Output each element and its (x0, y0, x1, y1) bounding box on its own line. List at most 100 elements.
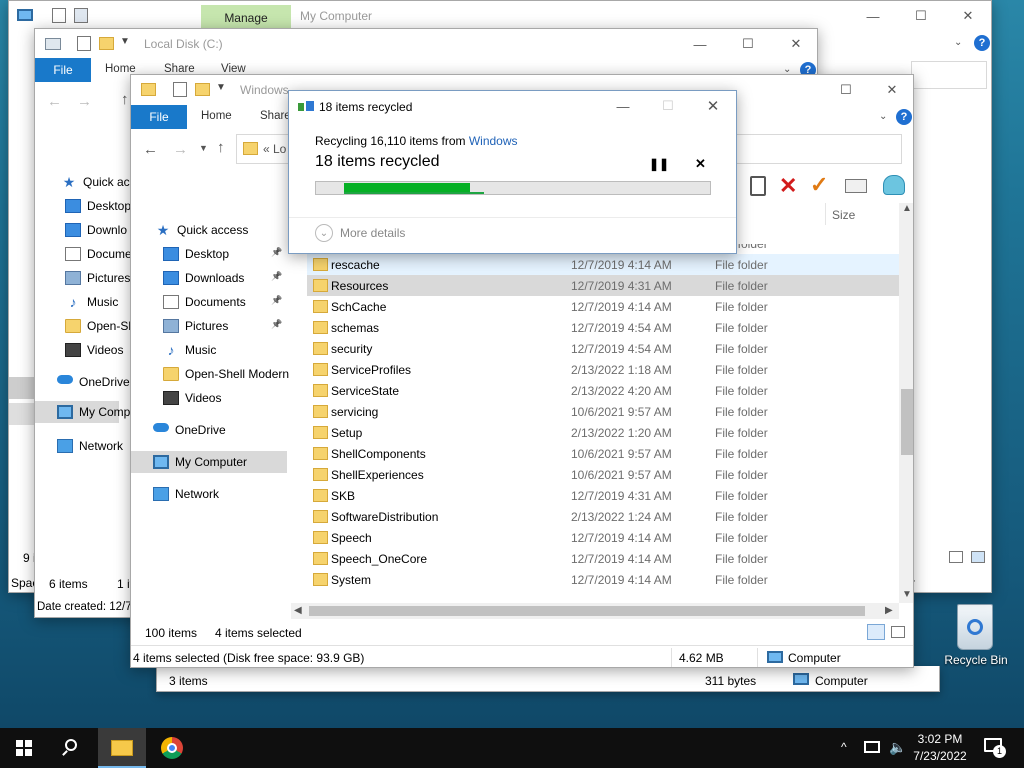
close-button[interactable]: ✕ (945, 1, 991, 31)
forward-arrow-icon[interactable]: → (77, 93, 92, 110)
scroll-thumb[interactable] (901, 389, 913, 455)
close-button[interactable]: ✕ (773, 29, 817, 59)
tab-share[interactable]: Share (260, 110, 291, 122)
file-row[interactable]: ServiceState 2/13/2022 4:20 AM File folder (307, 380, 899, 401)
up-arrow-icon[interactable]: ↑ (217, 139, 225, 156)
nav-item-open-sh[interactable]: Open-Sh (35, 315, 135, 337)
nav-item-pictures[interactable]: Pictures (35, 267, 130, 289)
file-row[interactable]: security 12/7/2019 4:54 AM File folder (307, 338, 899, 359)
file-row[interactable]: ServiceProfiles 2/13/2022 1:18 AM File fol… (307, 359, 899, 380)
more-details-button[interactable]: ⌄ More details (315, 223, 425, 243)
maximize-button[interactable]: ☐ (725, 29, 771, 59)
scroll-right-arrow[interactable]: ▶ (885, 605, 893, 616)
action-center-button[interactable]: 1 (984, 738, 1006, 758)
file-row[interactable]: SoftwareDistribution 2/13/2022 1:24 AM Fil… (307, 506, 899, 527)
nav-item-documents[interactable]: Documents 📌 (131, 291, 287, 313)
nav-item-open-shell-modern[interactable]: Open-Shell Modern (131, 363, 289, 385)
scroll-down-arrow[interactable]: ▼ (902, 589, 912, 600)
vertical-scrollbar[interactable]: ▲ ▼ (899, 203, 913, 603)
file-row[interactable]: ShellComponents 10/6/2021 9:57 AM File fol… (307, 443, 899, 464)
nav-item-downlo[interactable]: Downlo (35, 219, 127, 241)
recycle-progress-dialog[interactable]: 18 items recycled — ☐ ✕ Recycling 16,110… (288, 90, 737, 254)
nav-item-downloads[interactable]: Downloads 📌 (131, 267, 287, 289)
nav-item-onedrive[interactable]: OneDrive (131, 419, 287, 441)
nav-item-network[interactable]: Network (131, 483, 287, 505)
title-bar[interactable]: Manage My Computer — ☐ ✕ (9, 1, 991, 31)
column-header-size[interactable]: Size (832, 208, 855, 222)
clock-time[interactable]: 3:02 PM (904, 732, 976, 746)
nav-item-docume[interactable]: Docume (35, 243, 132, 265)
start-button[interactable] (0, 728, 48, 768)
nav-item-my-comp[interactable]: My Comp (35, 401, 130, 423)
file-row[interactable]: SKB 12/7/2019 4:31 AM File folder (307, 485, 899, 506)
pause-button[interactable]: ❚❚ (649, 157, 669, 171)
close-button[interactable]: ✕ (690, 91, 736, 121)
maximize-button[interactable]: ☐ (823, 75, 869, 105)
pin-icon[interactable]: 📌 (271, 271, 282, 282)
horizontal-scrollbar[interactable]: ◀ ▶ (291, 603, 899, 619)
details-view-icon[interactable] (949, 551, 963, 563)
large-icons-view-icon[interactable] (971, 551, 985, 563)
tab-home[interactable]: Home (201, 110, 232, 122)
tab-file[interactable]: File (35, 58, 91, 82)
nav-item-my-computer[interactable]: My Computer (131, 451, 287, 473)
nav-item-quick-access[interactable]: ★ Quick access (131, 219, 287, 241)
file-row[interactable]: Setup 2/13/2022 1:20 AM File folder (307, 422, 899, 443)
file-row[interactable]: schemas 12/7/2019 4:54 AM File folder (307, 317, 899, 338)
shell-logo-icon[interactable] (883, 175, 905, 195)
checkmark-icon[interactable]: ✓ (810, 172, 828, 198)
show-hidden-icons-icon[interactable]: ^ (841, 740, 847, 754)
recent-locations-icon[interactable]: ▼ (199, 143, 208, 153)
nav-item-quick-acc[interactable]: ★ Quick acc (35, 171, 136, 193)
cancel-button[interactable]: ✕ (695, 156, 706, 172)
chevron-down-icon[interactable]: ▼ (120, 36, 130, 47)
pin-icon[interactable]: 📌 (271, 295, 282, 306)
file-row[interactable]: rescache 12/7/2019 4:14 AM File folder (307, 254, 899, 275)
chrome-taskbar-button[interactable] (148, 728, 196, 768)
file-row[interactable]: SchCache 12/7/2019 4:14 AM File folder (307, 296, 899, 317)
file-explorer-taskbar-button[interactable] (98, 728, 146, 768)
search-box[interactable] (911, 61, 987, 89)
source-folder-link[interactable]: Windows (469, 134, 518, 148)
delete-icon[interactable]: ✕ (779, 173, 797, 199)
properties-icon[interactable] (52, 8, 66, 23)
clipboard-icon[interactable] (750, 176, 766, 196)
tab-file[interactable]: File (131, 105, 187, 129)
forward-arrow-icon[interactable]: → (173, 141, 188, 158)
nav-item-onedrive[interactable]: OneDrive (35, 371, 130, 393)
scroll-up-arrow[interactable]: ▲ (902, 203, 912, 214)
maximize-button[interactable]: ☐ (898, 1, 944, 31)
title-bar[interactable]: ▼ Local Disk (C:) — ☐ ✕ (35, 29, 817, 59)
file-row[interactable]: ShellExperiences 10/6/2021 9:57 AM File fo… (307, 464, 899, 485)
nav-item-network[interactable]: Network (35, 435, 123, 457)
file-row[interactable]: servicing 10/6/2021 9:57 AM File folder (307, 401, 899, 422)
properties-dialog-icon[interactable] (845, 179, 867, 193)
minimize-button[interactable]: — (677, 29, 723, 59)
properties-icon[interactable] (173, 82, 187, 97)
nav-item-pictures[interactable]: Pictures 📌 (131, 315, 287, 337)
chevron-down-icon[interactable]: ▼ (216, 82, 226, 93)
nav-item-desktop[interactable]: Desktop 📌 (131, 243, 287, 265)
network-icon[interactable] (864, 741, 880, 753)
back-arrow-icon[interactable]: ← (143, 141, 158, 158)
minimize-button[interactable]: — (600, 91, 646, 121)
new-folder-icon[interactable] (195, 83, 210, 96)
nav-item-music[interactable]: ♪ Music (35, 291, 119, 313)
properties-icon[interactable] (77, 36, 91, 51)
chevron-down-icon[interactable]: ⌄ (879, 111, 887, 122)
clock-date[interactable]: 7/23/2022 (904, 749, 976, 763)
nav-item-videos[interactable]: Videos (35, 339, 123, 361)
scroll-thumb[interactable] (309, 606, 865, 616)
back-arrow-icon[interactable]: ← (47, 93, 62, 110)
nav-item-desktop[interactable]: Desktop (35, 195, 131, 217)
pin-icon[interactable]: 📌 (271, 247, 282, 258)
details-view-icon[interactable] (867, 624, 885, 640)
up-arrow-icon[interactable]: ↑ (121, 91, 129, 108)
recycle-bin-shortcut[interactable]: Recycle Bin (944, 602, 1008, 672)
nav-item-videos[interactable]: Videos (131, 387, 287, 409)
file-row[interactable]: Speech 12/7/2019 4:14 AM File folder (307, 527, 899, 548)
scroll-left-arrow[interactable]: ◀ (294, 605, 302, 616)
new-folder-icon[interactable] (99, 37, 114, 50)
close-button[interactable]: ✕ (869, 75, 913, 105)
minimize-button[interactable]: — (850, 1, 896, 31)
